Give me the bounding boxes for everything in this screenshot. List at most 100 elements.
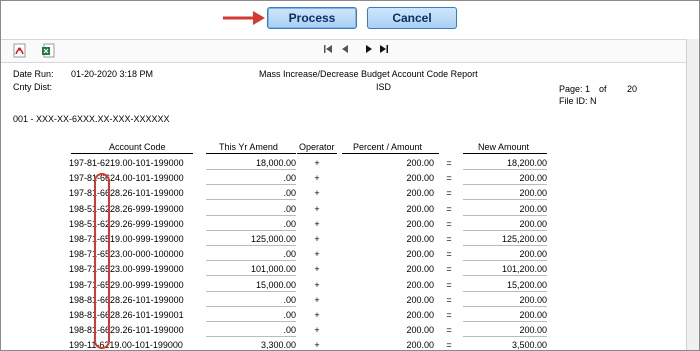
percent-amount-cell: 200.00 <box>406 203 434 214</box>
row-underline <box>206 290 296 292</box>
col-account-code: Account Code <box>109 142 166 152</box>
equals-cell: = <box>446 340 452 351</box>
new-amount-cell: 200.00 <box>519 188 547 199</box>
page-total: 20 <box>627 84 638 94</box>
percent-amount-cell: 200.00 <box>406 279 434 290</box>
percent-amount-cell: 200.00 <box>406 294 434 305</box>
new-amount-cell: 18,200.00 <box>506 158 547 168</box>
account-code-cell: 197-81-6219.00-101-199000 <box>69 158 184 168</box>
new-amount-cell: 125,200.00 <box>501 234 547 244</box>
new-amount-cell: 200.00 <box>519 294 547 305</box>
last-page-button[interactable] <box>379 44 389 57</box>
row-underline <box>463 321 547 322</box>
percent-amount-cell: 200.00 <box>406 310 434 320</box>
excel-export-icon[interactable] <box>41 43 55 58</box>
cancel-button[interactable]: Cancel <box>367 7 457 29</box>
operator-cell: + <box>314 203 320 214</box>
report-title: Mass Increase/Decrease Budget Account Co… <box>259 69 478 79</box>
row-underline <box>463 290 547 292</box>
row-underline <box>206 260 296 262</box>
percent-amount-cell: 200.00 <box>406 264 434 275</box>
operator-cell: + <box>314 264 320 275</box>
row-underline <box>206 336 296 338</box>
operator-cell: + <box>314 340 320 351</box>
percent-amount-cell: 200.00 <box>406 325 434 336</box>
col-this-yr-amend: This Yr Amend <box>219 142 278 152</box>
account-code-cell: 199-11-6219.00-101-199000 <box>69 340 183 351</box>
next-page-button[interactable] <box>365 44 373 57</box>
equals-cell: = <box>446 294 452 305</box>
account-mask: 001 - XXX-XX-6XXX.XX-XXX-XXXXXX <box>13 114 170 124</box>
account-code-cell: 198-71-6523.00-999-199000 <box>69 264 184 275</box>
process-button[interactable]: Process <box>267 7 357 29</box>
row-underline <box>463 229 547 231</box>
viewer-toolbar <box>1 39 699 63</box>
row-underline <box>463 275 547 277</box>
page-label: Page: <box>559 84 583 94</box>
operator-cell: + <box>314 234 320 244</box>
operator-cell: + <box>314 325 320 336</box>
account-code-cell: 197-81-6628.26-101-199000 <box>69 188 184 199</box>
this-yr-amend-cell: 101,000.00 <box>250 264 296 275</box>
col-operator: Operator <box>299 142 335 152</box>
this-yr-amend-cell: 18,000.00 <box>255 158 296 168</box>
operator-cell: + <box>314 249 320 260</box>
new-amount-cell: 200.00 <box>519 203 547 214</box>
this-yr-amend-cell: .00 <box>283 310 296 320</box>
page-number: 1 <box>585 84 591 94</box>
row-underline <box>463 305 547 307</box>
row-underline <box>206 245 296 246</box>
operator-cell: + <box>314 279 320 290</box>
date-run-label: Date Run: <box>13 69 54 79</box>
new-amount-cell: 200.00 <box>519 173 547 184</box>
prev-page-button[interactable] <box>341 44 349 57</box>
row-underline <box>206 214 296 216</box>
action-bar: Process Cancel <box>1 1 699 39</box>
percent-amount-cell: 200.00 <box>406 173 434 184</box>
row-underline <box>206 305 296 307</box>
new-amount-cell: 15,200.00 <box>506 279 547 290</box>
this-yr-amend-cell: 125,000.00 <box>250 234 296 244</box>
arrow-annotation-icon <box>223 11 265 25</box>
file-id-label: File ID: <box>559 96 588 106</box>
file-id-value: N <box>590 96 597 106</box>
row-underline <box>206 184 296 186</box>
percent-amount-cell: 200.00 <box>406 234 434 244</box>
operator-cell: + <box>314 294 320 305</box>
pdf-export-icon[interactable] <box>13 43 27 58</box>
percent-amount-cell: 200.00 <box>406 158 434 168</box>
equals-cell: = <box>446 234 452 244</box>
percent-amount-cell: 200.00 <box>406 249 434 260</box>
equals-cell: = <box>446 203 452 214</box>
cnty-dist-label: Cnty Dist: <box>13 82 53 92</box>
row-underline <box>206 169 296 170</box>
operator-cell: + <box>314 188 320 199</box>
equals-cell: = <box>446 264 452 275</box>
equals-cell: = <box>446 188 452 199</box>
this-yr-amend-cell: .00 <box>283 325 296 336</box>
row-underline <box>206 229 296 231</box>
this-yr-amend-cell: .00 <box>283 173 296 184</box>
this-yr-amend-cell: .00 <box>283 188 296 199</box>
col-percent-amount: Percent / Amount <box>353 142 423 152</box>
this-yr-amend-cell: .00 <box>283 203 296 214</box>
percent-amount-cell: 200.00 <box>406 218 434 229</box>
vertical-scrollbar[interactable] <box>686 39 699 350</box>
this-yr-amend-cell: 3,300.00 <box>260 340 296 351</box>
equals-cell: = <box>446 325 452 336</box>
new-amount-cell: 3,500.00 <box>511 340 547 351</box>
row-underline <box>463 199 547 201</box>
account-code-cell: 198-81-6628.26-101-199000 <box>69 294 184 305</box>
account-code-cell: 198-71-6523.00-000-100000 <box>69 249 184 260</box>
row-underline <box>463 169 547 170</box>
first-page-button[interactable] <box>323 44 333 57</box>
operator-cell: + <box>314 158 320 168</box>
new-amount-cell: 200.00 <box>519 249 547 260</box>
row-underline <box>463 184 547 186</box>
new-amount-cell: 101,200.00 <box>501 264 547 275</box>
row-underline <box>206 275 296 277</box>
new-amount-cell: 200.00 <box>519 325 547 336</box>
account-code-cell: 198-81-6629.26-101-199000 <box>69 325 184 336</box>
account-code-cell: 198-51-6228.26-999-199000 <box>69 203 184 214</box>
district-name: ISD <box>376 82 392 92</box>
